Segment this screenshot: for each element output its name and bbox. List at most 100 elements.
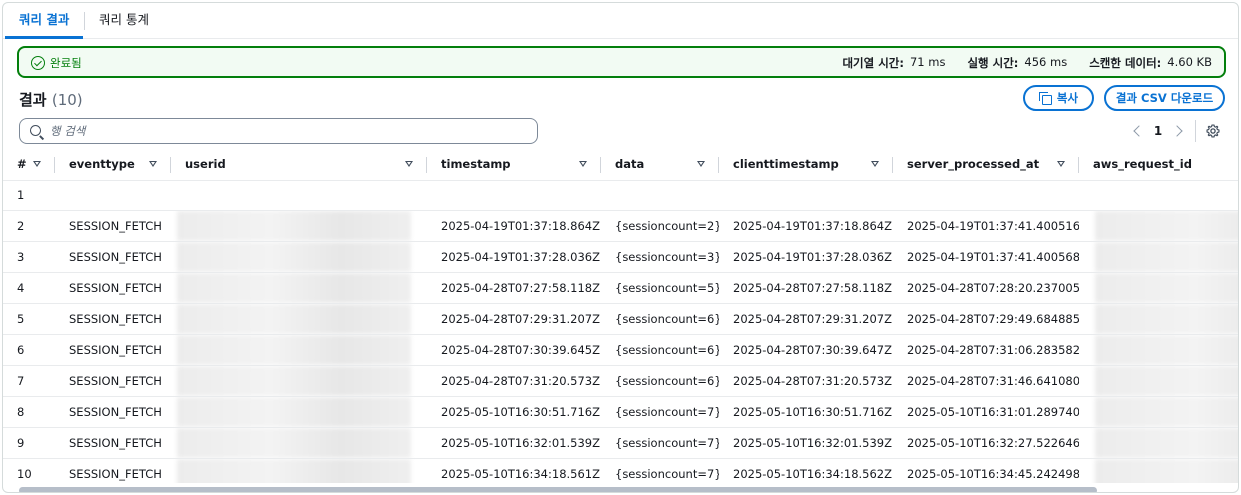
table-row: 5 SESSION_FETCH 2025-04-28T07:29:31.207Z… bbox=[3, 303, 1238, 336]
search-icon bbox=[30, 125, 41, 136]
cell-eventtype: SESSION_FETCH bbox=[55, 365, 171, 398]
run-time-label: 실행 시간: bbox=[967, 56, 1019, 70]
column-header-label: clienttimestamp bbox=[733, 157, 839, 172]
cell-timestamp: 2025-04-28T07:31:20.573Z bbox=[427, 365, 601, 398]
redacted-value bbox=[177, 459, 411, 483]
cell-userid-redacted bbox=[171, 272, 427, 305]
redacted-value bbox=[177, 304, 411, 334]
cell-clienttimestamp bbox=[719, 180, 893, 212]
cell-index: 3 bbox=[3, 241, 55, 274]
cell-server-processed-at: 2025-04-28T07:29:49.684885 bbox=[893, 303, 1079, 336]
column-header-timestamp[interactable]: timestamp bbox=[427, 149, 601, 181]
table-row: 6 SESSION_FETCH 2025-04-28T07:30:39.645Z… bbox=[3, 334, 1238, 367]
cell-data: {sessioncount=6} bbox=[601, 365, 719, 398]
tab-query-stats[interactable]: 쿼리 통계 bbox=[85, 3, 163, 39]
redacted-value bbox=[177, 397, 411, 427]
row-search bbox=[19, 118, 538, 144]
cell-userid-redacted bbox=[171, 365, 427, 398]
data-scanned-metric: 스캔한 데이터: 4.60 KB bbox=[1089, 55, 1212, 71]
column-header-data[interactable]: data bbox=[601, 149, 719, 181]
horizontal-scrollbar[interactable] bbox=[19, 487, 1097, 492]
sort-down-icon[interactable] bbox=[149, 161, 157, 167]
column-header-aws-request-id[interactable]: aws_request_id bbox=[1079, 149, 1238, 181]
sort-down-icon[interactable] bbox=[405, 161, 413, 167]
cell-timestamp: 2025-04-28T07:27:58.118Z bbox=[427, 272, 601, 305]
sort-down-icon[interactable] bbox=[871, 161, 879, 167]
cell-index: 9 bbox=[3, 427, 55, 460]
cell-eventtype: SESSION_FETCH bbox=[55, 458, 171, 483]
table-row: 3 SESSION_FETCH 2025-04-19T01:37:28.036Z… bbox=[3, 241, 1238, 274]
download-csv-button[interactable]: 결과 CSV 다운로드 bbox=[1104, 85, 1225, 111]
cell-aws-request-id-redacted bbox=[1079, 458, 1238, 483]
cell-eventtype: SESSION_FETCH bbox=[55, 427, 171, 460]
redacted-value bbox=[177, 273, 411, 303]
sort-down-icon[interactable] bbox=[1057, 161, 1065, 167]
cell-clienttimestamp: 2025-05-10T16:30:51.716Z bbox=[719, 396, 893, 429]
cell-userid-redacted bbox=[171, 210, 427, 243]
queue-time-label: 대기열 시간: bbox=[842, 56, 904, 70]
cell-server-processed-at: 2025-05-10T16:32:27.522646 bbox=[893, 427, 1079, 460]
cell-server-processed-at: 2025-04-28T07:31:46.641080 bbox=[893, 365, 1079, 398]
cell-data: {sessioncount=7} bbox=[601, 458, 719, 483]
chevron-right-icon[interactable] bbox=[1169, 121, 1189, 141]
column-header-label: server_processed_at bbox=[907, 157, 1040, 172]
cell-data bbox=[601, 180, 719, 212]
cell-timestamp: 2025-05-10T16:30:51.716Z bbox=[427, 396, 601, 429]
results-table-container: # eventtype userid timestamp data client… bbox=[3, 149, 1238, 483]
cell-data: {sessioncount=7} bbox=[601, 396, 719, 429]
tab-bar: 쿼리 결과 쿼리 통계 bbox=[3, 3, 1238, 39]
column-header-label: eventtype bbox=[69, 157, 135, 172]
cell-index: 8 bbox=[3, 396, 55, 429]
cell-data: {sessioncount=3} bbox=[601, 241, 719, 274]
query-results-panel: 쿼리 결과 쿼리 통계 완료됨 대기열 시간: 71 ms 실행 시간: 456… bbox=[2, 2, 1239, 493]
cell-aws-request-id bbox=[1079, 180, 1238, 212]
cell-server-processed-at: 2025-04-19T01:37:41.400516 bbox=[893, 210, 1079, 243]
column-header-server-processed-at[interactable]: server_processed_at bbox=[893, 149, 1079, 181]
cell-index: 10 bbox=[3, 458, 55, 483]
gear-icon[interactable] bbox=[1206, 124, 1220, 138]
column-header-eventtype[interactable]: eventtype bbox=[55, 149, 171, 181]
sort-down-icon[interactable] bbox=[579, 161, 587, 167]
column-header-clienttimestamp[interactable]: clienttimestamp bbox=[719, 149, 893, 181]
data-scanned-label: 스캔한 데이터: bbox=[1089, 56, 1162, 70]
column-header-label: # bbox=[17, 157, 27, 172]
pagination: 1 bbox=[1127, 120, 1220, 142]
column-header-userid[interactable]: userid bbox=[171, 149, 427, 181]
column-header-label: aws_request_id bbox=[1093, 157, 1192, 172]
copy-button[interactable]: 복사 bbox=[1023, 85, 1094, 111]
download-csv-label: 결과 CSV 다운로드 bbox=[1115, 91, 1214, 105]
cell-timestamp bbox=[427, 180, 601, 212]
cell-eventtype: SESSION_FETCH bbox=[55, 396, 171, 429]
cell-index: 6 bbox=[3, 334, 55, 367]
cell-index: 5 bbox=[3, 303, 55, 336]
cell-clienttimestamp: 2025-04-28T07:31:20.573Z bbox=[719, 365, 893, 398]
cell-data: {sessioncount=6} bbox=[601, 303, 719, 336]
cell-timestamp: 2025-04-28T07:30:39.645Z bbox=[427, 334, 601, 367]
cell-timestamp: 2025-04-28T07:29:31.207Z bbox=[427, 303, 601, 336]
chevron-left-icon[interactable] bbox=[1127, 121, 1147, 141]
current-page[interactable]: 1 bbox=[1147, 124, 1169, 138]
cell-aws-request-id-redacted bbox=[1079, 241, 1238, 274]
cell-userid-redacted bbox=[171, 427, 427, 460]
cell-eventtype: SESSION_FETCH bbox=[55, 241, 171, 274]
table-row: 10 SESSION_FETCH 2025-05-10T16:34:18.561… bbox=[3, 458, 1238, 483]
search-input[interactable] bbox=[50, 122, 530, 140]
cell-data: {sessioncount=2} bbox=[601, 210, 719, 243]
pagination-divider bbox=[1195, 120, 1196, 142]
cell-data: {sessioncount=5} bbox=[601, 272, 719, 305]
sort-down-icon[interactable] bbox=[697, 161, 705, 167]
cell-timestamp: 2025-04-19T01:37:28.036Z bbox=[427, 241, 601, 274]
cell-userid-redacted bbox=[171, 241, 427, 274]
column-header-index[interactable]: # bbox=[3, 149, 55, 181]
cell-server-processed-at: 2025-05-10T16:31:01.289740 bbox=[893, 396, 1079, 429]
data-scanned-value: 4.60 KB bbox=[1167, 55, 1212, 69]
sort-down-icon[interactable] bbox=[33, 161, 41, 167]
cell-aws-request-id-redacted bbox=[1079, 427, 1238, 460]
cell-aws-request-id-redacted bbox=[1079, 210, 1238, 243]
cell-server-processed-at: 2025-04-28T07:31:06.283582 bbox=[893, 334, 1079, 367]
tab-query-results[interactable]: 쿼리 결과 bbox=[5, 3, 84, 39]
cell-data: {sessioncount=6} bbox=[601, 334, 719, 367]
cell-aws-request-id-redacted bbox=[1079, 396, 1238, 429]
redacted-value bbox=[177, 211, 411, 241]
status-text: 완료됨 bbox=[50, 56, 82, 70]
